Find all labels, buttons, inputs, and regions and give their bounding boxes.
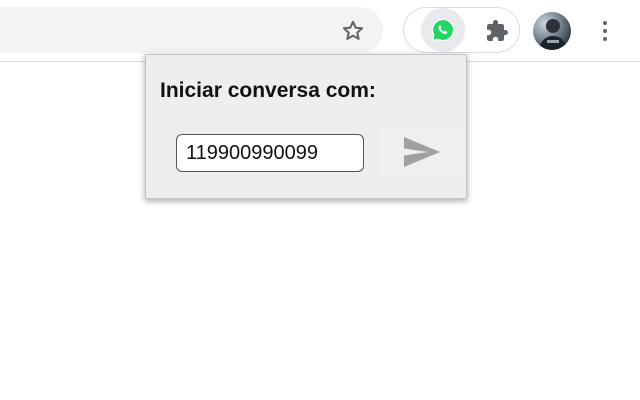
avatar-icon xyxy=(539,19,567,50)
profile-avatar[interactable] xyxy=(533,12,571,50)
browser-toolbar xyxy=(0,0,640,62)
puzzle-icon xyxy=(487,20,508,41)
popup-title: Iniciar conversa com: xyxy=(160,79,376,102)
menu-dot xyxy=(603,29,607,33)
star-icon xyxy=(342,20,364,40)
menu-dot xyxy=(603,37,607,41)
address-bar[interactable] xyxy=(0,7,383,53)
whatsapp-icon xyxy=(431,18,455,42)
extensions-menu-button[interactable] xyxy=(480,14,514,48)
menu-dot xyxy=(603,21,607,25)
bookmark-star-button[interactable] xyxy=(337,15,369,47)
chrome-menu-button[interactable] xyxy=(590,14,620,48)
send-button[interactable] xyxy=(380,125,464,179)
whatsapp-extension-button[interactable] xyxy=(421,8,465,52)
send-icon xyxy=(404,137,440,167)
phone-number-input[interactable] xyxy=(176,134,364,172)
extension-popup: Iniciar conversa com: xyxy=(145,54,467,199)
